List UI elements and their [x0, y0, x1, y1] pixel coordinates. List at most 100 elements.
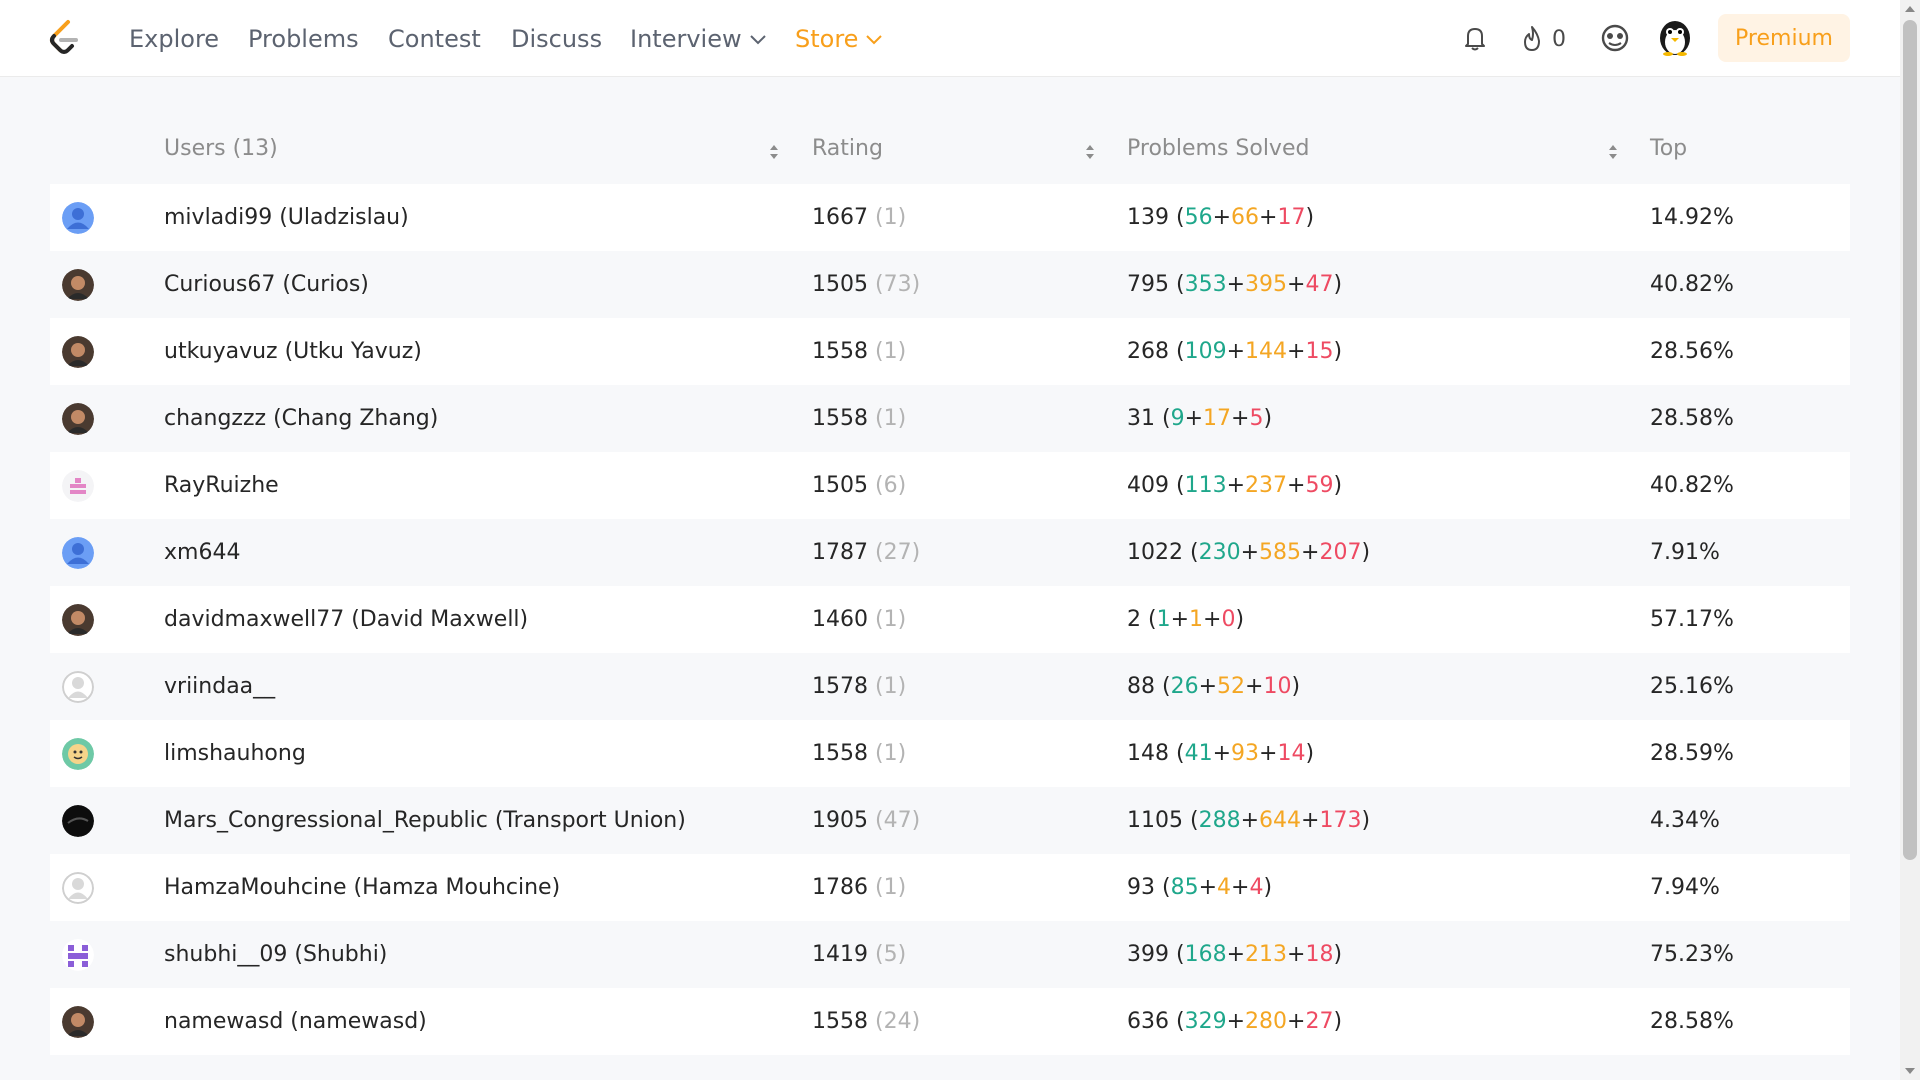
table-row[interactable]: limshauhong 1558 (1) 148 (41+93+14) 28.59% [50, 720, 1850, 787]
streak-count: 0 [1552, 26, 1566, 52]
problems-solved-cell: 1105 (288+644+173) [1127, 808, 1371, 833]
medium-solved: 4 [1217, 875, 1232, 900]
avatar[interactable] [62, 537, 94, 569]
scroll-up-arrow-icon[interactable] [1905, 6, 1915, 12]
page-scrollbar[interactable] [1900, 0, 1920, 1080]
table-row[interactable]: davidmaxwell77 (David Maxwell) 1460 (1) 2 … [50, 586, 1850, 653]
contest-count: (73) [875, 272, 921, 297]
premium-button[interactable]: Premium [1718, 14, 1850, 62]
user-avatar[interactable] [1657, 18, 1693, 56]
top-percent: 28.58% [1650, 1009, 1734, 1034]
bell-icon[interactable] [1459, 22, 1491, 54]
username-link[interactable]: davidmaxwell77 (David Maxwell) [164, 606, 528, 634]
avatar[interactable] [62, 671, 94, 703]
nav-problems[interactable]: Problems [248, 23, 359, 55]
username-link[interactable]: xm644 [164, 539, 240, 567]
scroll-thumb[interactable] [1903, 20, 1917, 860]
medium-solved: 280 [1245, 1009, 1288, 1034]
nav-discuss[interactable]: Discuss [511, 23, 602, 55]
header-problems-solved[interactable]: Problems Solved [1127, 136, 1309, 161]
fire-icon [1524, 26, 1540, 51]
table-row[interactable]: Curious67 (Curios) 1505 (73) 795 (353+395+… [50, 251, 1850, 318]
nav-store-label: Store [795, 25, 859, 53]
rating-cell: 1667 (1) [812, 204, 906, 232]
avatar[interactable] [62, 202, 94, 234]
avatar[interactable] [62, 738, 94, 770]
rating-cell: 1505 (73) [812, 271, 920, 299]
table-row[interactable]: xm644 1787 (27) 1022 (230+585+207) 7.91% [50, 519, 1850, 586]
rating-value: 1460 [812, 607, 868, 632]
streak-counter[interactable]: 0 [1520, 24, 1566, 54]
game-controller-icon[interactable] [1599, 22, 1631, 54]
nav-interview[interactable]: Interview [630, 23, 766, 55]
easy-solved: 230 [1198, 540, 1241, 565]
contest-count: (1) [875, 741, 907, 766]
avatar[interactable] [62, 939, 94, 971]
scroll-down-arrow-icon[interactable] [1905, 1068, 1915, 1074]
avatar[interactable] [62, 470, 94, 502]
total-solved: 636 [1127, 1009, 1169, 1034]
username-link[interactable]: RayRuizhe [164, 472, 279, 500]
table-row[interactable]: namewasd (namewasd) 1558 (24) 636 (329+280… [50, 988, 1850, 1055]
total-solved: 399 [1127, 942, 1169, 967]
rating-cell: 1558 (1) [812, 338, 906, 366]
table-body: mivladi99 (Uladzislau) 1667 (1) 139 (56+66… [50, 184, 1850, 1055]
rating-cell: 1578 (1) [812, 673, 906, 701]
sort-users-icon[interactable] [768, 142, 780, 162]
contest-count: (6) [875, 473, 907, 498]
hard-solved: 17 [1277, 205, 1306, 230]
username-link[interactable]: Curious67 (Curios) [164, 271, 369, 299]
username-link[interactable]: Mars_Congressional_Republic (Transport U… [164, 807, 686, 835]
medium-solved: 213 [1245, 942, 1288, 967]
contest-count: (27) [875, 540, 921, 565]
rating-cell: 1905 (47) [812, 807, 920, 835]
hard-solved: 4 [1249, 875, 1264, 900]
table-row[interactable]: changzzz (Chang Zhang) 1558 (1) 31 (9+17+5… [50, 385, 1850, 452]
leetcode-logo-icon[interactable] [46, 18, 82, 58]
username-link[interactable]: limshauhong [164, 740, 306, 768]
rating-value: 1505 [812, 272, 868, 297]
nav-contest[interactable]: Contest [388, 23, 481, 55]
problems-solved-cell: 409 (113+237+59) [1127, 473, 1343, 498]
chevron-down-icon [749, 35, 766, 45]
header-rating[interactable]: Rating [812, 136, 883, 161]
rating-cell: 1505 (6) [812, 472, 906, 500]
medium-solved: 395 [1245, 272, 1288, 297]
rating-value: 1558 [812, 1009, 868, 1034]
table-row[interactable]: utkuyavuz (Utku Yavuz) 1558 (1) 268 (109+1… [50, 318, 1850, 385]
avatar[interactable] [62, 604, 94, 636]
avatar[interactable] [62, 805, 94, 837]
header-users[interactable]: Users (13) [164, 136, 278, 161]
table-row[interactable]: Mars_Congressional_Republic (Transport U… [50, 787, 1850, 854]
nav-explore[interactable]: Explore [129, 23, 219, 55]
nav-store[interactable]: Store [795, 23, 883, 55]
avatar[interactable] [62, 403, 94, 435]
username-link[interactable]: namewasd (namewasd) [164, 1008, 427, 1036]
top-percent: 28.59% [1650, 741, 1734, 766]
avatar[interactable] [62, 336, 94, 368]
username-link[interactable]: mivladi99 (Uladzislau) [164, 204, 409, 232]
avatar[interactable] [62, 872, 94, 904]
username-link[interactable]: shubhi__09 (Shubhi) [164, 941, 387, 969]
avatar[interactable] [62, 1006, 94, 1038]
table-row[interactable]: vriindaa__ 1578 (1) 88 (26+52+10) 25.16% [50, 653, 1850, 720]
username-link[interactable]: utkuyavuz (Utku Yavuz) [164, 338, 422, 366]
hard-solved: 15 [1305, 339, 1334, 364]
table-row[interactable]: HamzaMouhcine (Hamza Mouhcine) 1786 (1) 93… [50, 854, 1850, 921]
username-link[interactable]: vriindaa__ [164, 673, 275, 701]
username-link[interactable]: changzzz (Chang Zhang) [164, 405, 438, 433]
avatar[interactable] [62, 269, 94, 301]
hard-solved: 18 [1305, 942, 1334, 967]
sort-rating-icon[interactable] [1084, 142, 1096, 162]
problems-solved-cell: 795 (353+395+47) [1127, 272, 1343, 297]
table-row[interactable]: mivladi99 (Uladzislau) 1667 (1) 139 (56+66… [50, 184, 1850, 251]
username-link[interactable]: HamzaMouhcine (Hamza Mouhcine) [164, 874, 560, 902]
rating-value: 1578 [812, 674, 868, 699]
hard-solved: 5 [1249, 406, 1264, 431]
sort-solved-icon[interactable] [1607, 142, 1619, 162]
table-row[interactable]: shubhi__09 (Shubhi) 1419 (5) 399 (168+213+… [50, 921, 1850, 988]
contest-count: (47) [875, 808, 921, 833]
hard-solved: 59 [1305, 473, 1334, 498]
top-percent: 57.17% [1650, 607, 1734, 632]
table-row[interactable]: RayRuizhe 1505 (6) 409 (113+237+59) 40.82% [50, 452, 1850, 519]
